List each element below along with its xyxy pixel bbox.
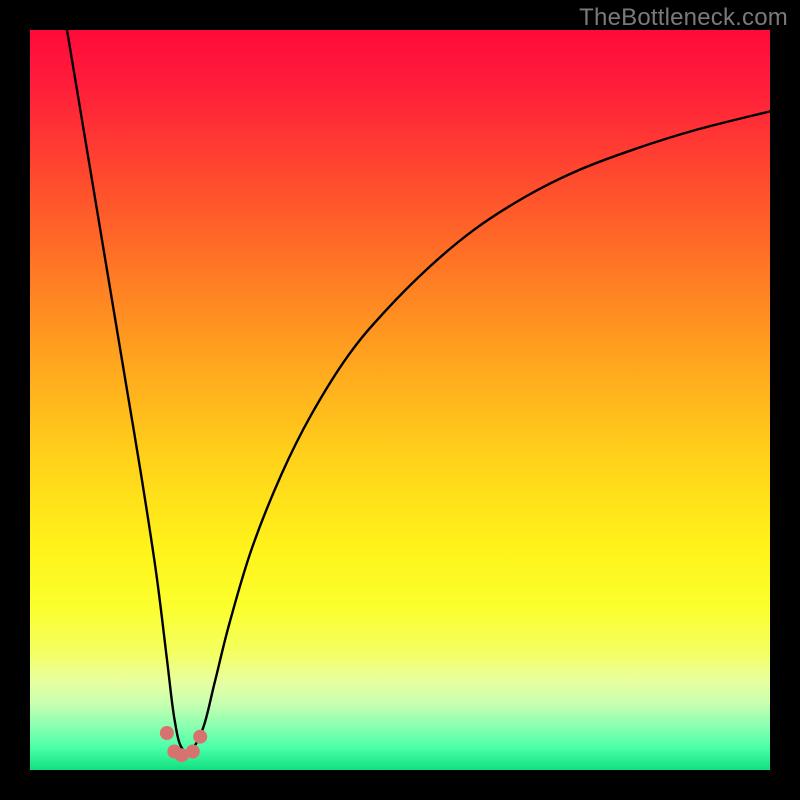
valley-dots (160, 726, 207, 762)
bottleneck-curve (67, 30, 770, 751)
valley-dot (193, 730, 207, 744)
valley-dot (186, 745, 200, 759)
chart-frame: TheBottleneck.com (0, 0, 800, 800)
curve-layer (30, 30, 770, 770)
plot-area (30, 30, 770, 770)
valley-dot (160, 726, 174, 740)
watermark-text: TheBottleneck.com (579, 4, 788, 32)
